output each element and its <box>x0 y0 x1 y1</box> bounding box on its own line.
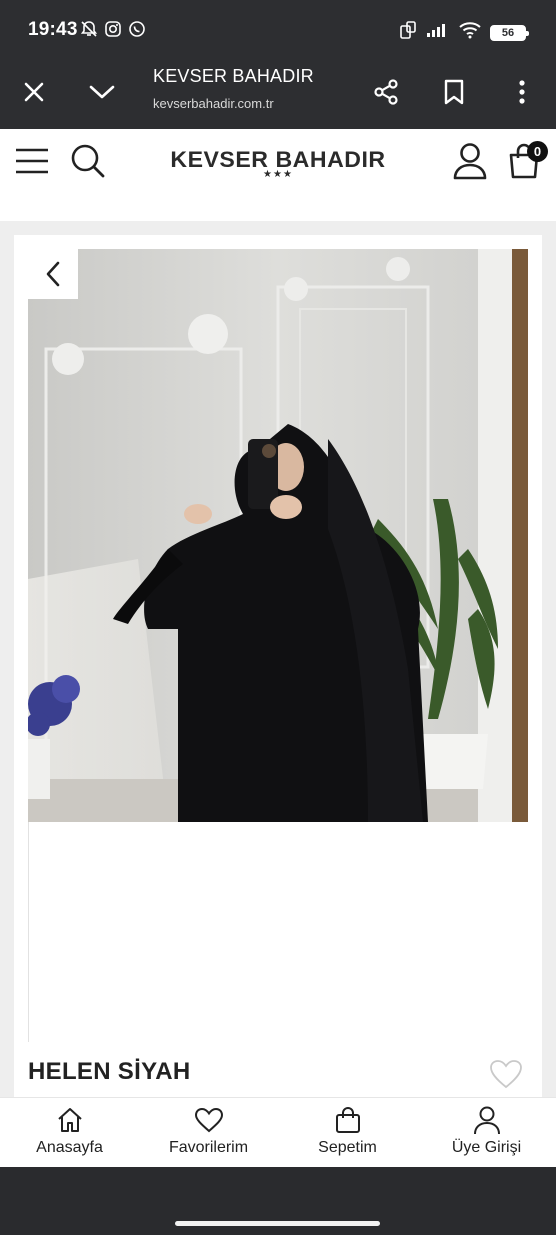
chevron-down-button[interactable] <box>82 72 122 112</box>
web-page: KEVSER BAHADIR ★★★ 0 HELEN SİYAH <box>0 129 556 1167</box>
account-button[interactable] <box>448 139 492 183</box>
instagram-icon <box>104 20 122 43</box>
nav-login-label: Üye Girişi <box>451 1139 522 1156</box>
heart-icon <box>194 1105 224 1135</box>
home-indicator[interactable] <box>175 1221 380 1226</box>
nav-cart-label: Sepetim <box>318 1139 377 1156</box>
menu-icon <box>16 148 48 174</box>
more-button[interactable] <box>502 72 542 112</box>
browser-toolbar: KEVSER BAHADIR kevserbahadir.com.tr <box>0 56 556 129</box>
favorite-button[interactable] <box>488 1058 524 1090</box>
rotate-icon <box>398 20 418 45</box>
cart-count-badge: 0 <box>527 141 548 162</box>
mute-bell-icon <box>80 20 98 43</box>
product-image[interactable] <box>28 249 528 822</box>
nav-login[interactable]: Üye Girişi <box>417 1098 556 1167</box>
close-button[interactable] <box>14 72 54 112</box>
home-icon <box>55 1105 85 1135</box>
site-header: KEVSER BAHADIR ★★★ 0 <box>0 129 556 221</box>
nav-home[interactable]: Anasayfa <box>0 1098 139 1167</box>
heart-outline-icon <box>490 1060 522 1089</box>
search-icon <box>71 144 105 178</box>
wifi-icon <box>458 21 482 44</box>
menu-button[interactable] <box>10 139 54 183</box>
share-button[interactable] <box>366 72 406 112</box>
status-bar: 19:43 56 <box>0 0 556 56</box>
logo-text: KEVSER BAHADIR <box>170 147 386 172</box>
battery-icon: 56 <box>490 24 529 41</box>
page-title: KEVSER BAHADIR <box>153 66 314 86</box>
bottom-nav: Anasayfa Favorilerim Sepetim Üye Girişi <box>0 1097 556 1167</box>
nav-cart[interactable]: Sepetim <box>278 1098 417 1167</box>
gallery-divider <box>28 822 29 1042</box>
bookmark-button[interactable] <box>434 72 474 112</box>
bag-icon <box>333 1105 363 1135</box>
close-icon <box>24 82 44 102</box>
more-icon <box>519 80 525 104</box>
site-logo[interactable]: KEVSER BAHADIR ★★★ <box>165 147 391 180</box>
status-time: 19:43 <box>28 19 78 40</box>
page-url[interactable]: kevserbahadir.com.tr <box>153 96 274 111</box>
signal-icon <box>426 22 450 43</box>
nav-favorites-label: Favorilerim <box>168 1139 249 1156</box>
back-button[interactable] <box>28 249 78 299</box>
user-icon <box>453 143 487 180</box>
user-icon <box>472 1105 502 1135</box>
product-name: HELEN SİYAH <box>28 1058 191 1085</box>
chevron-down-icon <box>89 85 115 99</box>
share-icon <box>374 79 398 105</box>
search-button[interactable] <box>66 139 110 183</box>
chevron-left-icon <box>46 261 60 287</box>
product-card: HELEN SİYAH <box>14 235 542 1167</box>
whatsapp-icon <box>128 20 146 43</box>
nav-home-label: Anasayfa <box>36 1139 103 1156</box>
gesture-bar <box>0 1167 556 1235</box>
nav-favorites[interactable]: Favorilerim <box>139 1098 278 1167</box>
bookmark-icon <box>444 79 464 105</box>
